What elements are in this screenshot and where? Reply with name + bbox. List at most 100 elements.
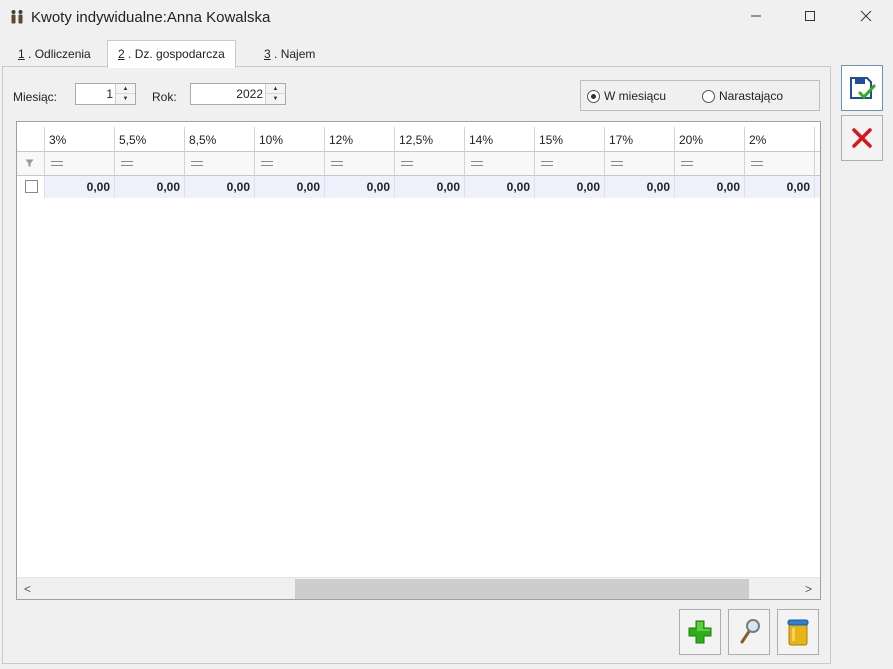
- cancel-button[interactable]: [841, 115, 883, 161]
- people-icon: [11, 10, 23, 24]
- equals-icon: [261, 161, 273, 166]
- filter-cell[interactable]: [745, 152, 815, 176]
- tab-dz-gospodarcza[interactable]: 2 . Dz. gospodarcza: [107, 40, 236, 68]
- radio-narastajaco[interactable]: Narastająco: [702, 89, 783, 103]
- equals-icon: [121, 161, 133, 166]
- column-header[interactable]: 15%: [535, 127, 605, 152]
- table-cell[interactable]: 0,00: [535, 176, 605, 198]
- radio-w-miesiacu[interactable]: W miesiącu: [587, 89, 666, 103]
- table-cell-partial: [815, 176, 820, 198]
- filter-corner[interactable]: [17, 152, 45, 176]
- year-stepper[interactable]: 2022 ▲ ▼: [190, 83, 286, 105]
- equals-icon: [611, 161, 623, 166]
- row-checkbox[interactable]: [25, 180, 38, 193]
- table-cell[interactable]: 0,00: [605, 176, 675, 198]
- window-title: Kwoty indywidualne:Anna Kowalska: [31, 9, 271, 26]
- column-header[interactable]: 2%: [745, 127, 815, 152]
- equals-icon: [331, 161, 343, 166]
- column-header-partial: [815, 127, 820, 152]
- save-button[interactable]: [841, 65, 883, 111]
- column-header[interactable]: 3%: [45, 127, 115, 152]
- scroll-thumb[interactable]: [295, 579, 749, 599]
- cancel-icon: [852, 128, 872, 148]
- filter-cell[interactable]: [395, 152, 465, 176]
- month-label: Miesiąc:: [13, 90, 58, 104]
- equals-icon: [191, 161, 203, 166]
- close-button[interactable]: [843, 0, 889, 32]
- scroll-left-icon[interactable]: <: [24, 582, 31, 596]
- table-cell[interactable]: 0,00: [675, 176, 745, 198]
- filter-cell[interactable]: [465, 152, 535, 176]
- year-up-button[interactable]: ▲: [266, 84, 285, 94]
- amounts-grid: 3% 5,5% 8,5% 10% 12% 12,5% 14% 15% 17% 2…: [16, 121, 821, 600]
- column-header[interactable]: 12%: [325, 127, 395, 152]
- filter-cell[interactable]: [255, 152, 325, 176]
- table-cell[interactable]: 0,00: [745, 176, 815, 198]
- year-value: 2022: [236, 87, 263, 101]
- row-select-cell[interactable]: [17, 176, 45, 198]
- radio-label: Narastająco: [719, 89, 784, 103]
- month-stepper[interactable]: 1 ▲ ▼: [75, 83, 136, 105]
- tab-label: . Odliczenia: [24, 47, 91, 61]
- trash-icon: [787, 619, 809, 646]
- horizontal-scrollbar[interactable]: < >: [17, 577, 820, 599]
- title-bar: Kwoty indywidualne:Anna Kowalska: [0, 0, 893, 36]
- column-header[interactable]: 5,5%: [115, 127, 185, 152]
- tab-najem[interactable]: 3 . Najem: [254, 43, 325, 67]
- column-header[interactable]: 10%: [255, 127, 325, 152]
- filter-icon: [25, 159, 34, 167]
- tab-hotkey: 2: [118, 47, 125, 61]
- edit-button[interactable]: [728, 609, 770, 655]
- minimize-icon: [751, 15, 761, 17]
- filter-cell[interactable]: [185, 152, 255, 176]
- month-stepper-buttons: ▲ ▼: [115, 84, 135, 104]
- tab-label: . Najem: [270, 47, 316, 61]
- tab-label: . Dz. gospodarcza: [124, 47, 225, 61]
- table-cell[interactable]: 0,00: [395, 176, 465, 198]
- scroll-right-icon[interactable]: >: [805, 582, 812, 596]
- close-icon: [860, 10, 872, 22]
- equals-icon: [471, 161, 483, 166]
- filter-cell[interactable]: [45, 152, 115, 176]
- column-header[interactable]: 14%: [465, 127, 535, 152]
- filter-cell[interactable]: [115, 152, 185, 176]
- table-cell[interactable]: 0,00: [115, 176, 185, 198]
- delete-button[interactable]: [777, 609, 819, 655]
- column-header[interactable]: 17%: [605, 127, 675, 152]
- month-value: 1: [106, 87, 113, 101]
- equals-icon: [541, 161, 553, 166]
- table-cell[interactable]: 0,00: [185, 176, 255, 198]
- year-down-button[interactable]: ▼: [266, 94, 285, 104]
- filter-cell[interactable]: [535, 152, 605, 176]
- maximize-button[interactable]: [787, 0, 833, 32]
- mode-group: W miesiącu Narastająco: [580, 80, 820, 111]
- magnifier-icon: [740, 619, 760, 644]
- equals-icon: [751, 161, 763, 166]
- filter-cell[interactable]: [325, 152, 395, 176]
- table-cell[interactable]: 0,00: [45, 176, 115, 198]
- equals-icon: [401, 161, 413, 166]
- column-header[interactable]: 20%: [675, 127, 745, 152]
- filter-cell[interactable]: [605, 152, 675, 176]
- table-cell[interactable]: 0,00: [325, 176, 395, 198]
- table-cell[interactable]: 0,00: [255, 176, 325, 198]
- tab-hotkey: 3: [264, 47, 271, 61]
- year-stepper-buttons: ▲ ▼: [265, 84, 285, 104]
- save-icon: [850, 77, 876, 100]
- month-down-button[interactable]: ▼: [116, 94, 135, 104]
- year-label: Rok:: [152, 90, 177, 104]
- equals-icon: [51, 161, 63, 166]
- month-up-button[interactable]: ▲: [116, 84, 135, 94]
- minimize-button[interactable]: [733, 0, 779, 32]
- filter-cell-partial: [815, 152, 820, 176]
- column-header[interactable]: 8,5%: [185, 127, 255, 152]
- filter-cell[interactable]: [675, 152, 745, 176]
- radio-indicator: [702, 89, 715, 103]
- arrow-down-icon: ▼: [272, 96, 279, 102]
- tab-odliczenia[interactable]: 1 . Odliczenia: [8, 43, 101, 67]
- column-header[interactable]: 12,5%: [395, 127, 465, 152]
- radio-label: W miesiącu: [604, 89, 667, 103]
- tab-hotkey: 1: [18, 47, 25, 61]
- table-cell[interactable]: 0,00: [465, 176, 535, 198]
- add-button[interactable]: [679, 609, 721, 655]
